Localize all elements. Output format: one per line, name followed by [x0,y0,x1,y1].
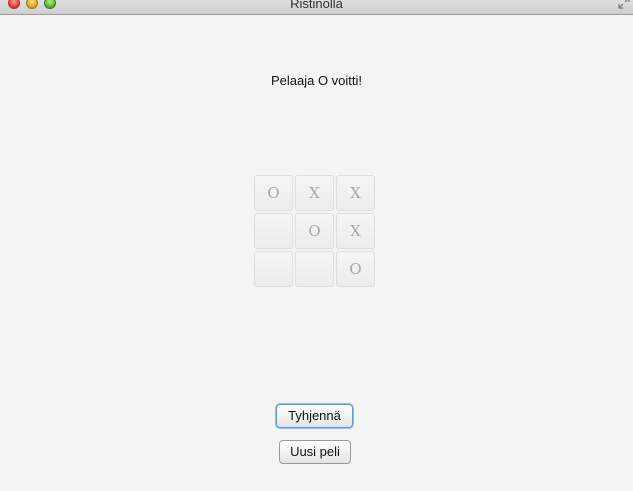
new-game-button[interactable]: Uusi peli [279,440,351,464]
game-board: O X X O X O [254,175,377,289]
title-bar[interactable]: Ristinolla [0,0,633,15]
board-cell-3-1[interactable] [254,251,293,287]
fullscreen-icon[interactable] [618,0,630,9]
board-cell-1-2[interactable]: X [295,175,334,211]
clear-button[interactable]: Tyhjennä [276,404,353,428]
board-cell-1-3[interactable]: X [336,175,375,211]
board-cell-2-3[interactable]: X [336,213,375,249]
board-cell-3-2[interactable] [295,251,334,287]
window-title: Ristinolla [290,0,343,11]
game-status-label: Pelaaja O voitti! [270,73,363,88]
board-cell-1-1[interactable]: O [254,175,293,211]
board-cell-3-3[interactable]: O [336,251,375,287]
board-cell-2-1[interactable] [254,213,293,249]
app-window: Ristinolla Pelaaja O voitti! O X X O X O… [0,0,633,491]
board-cell-2-2[interactable]: O [295,213,334,249]
